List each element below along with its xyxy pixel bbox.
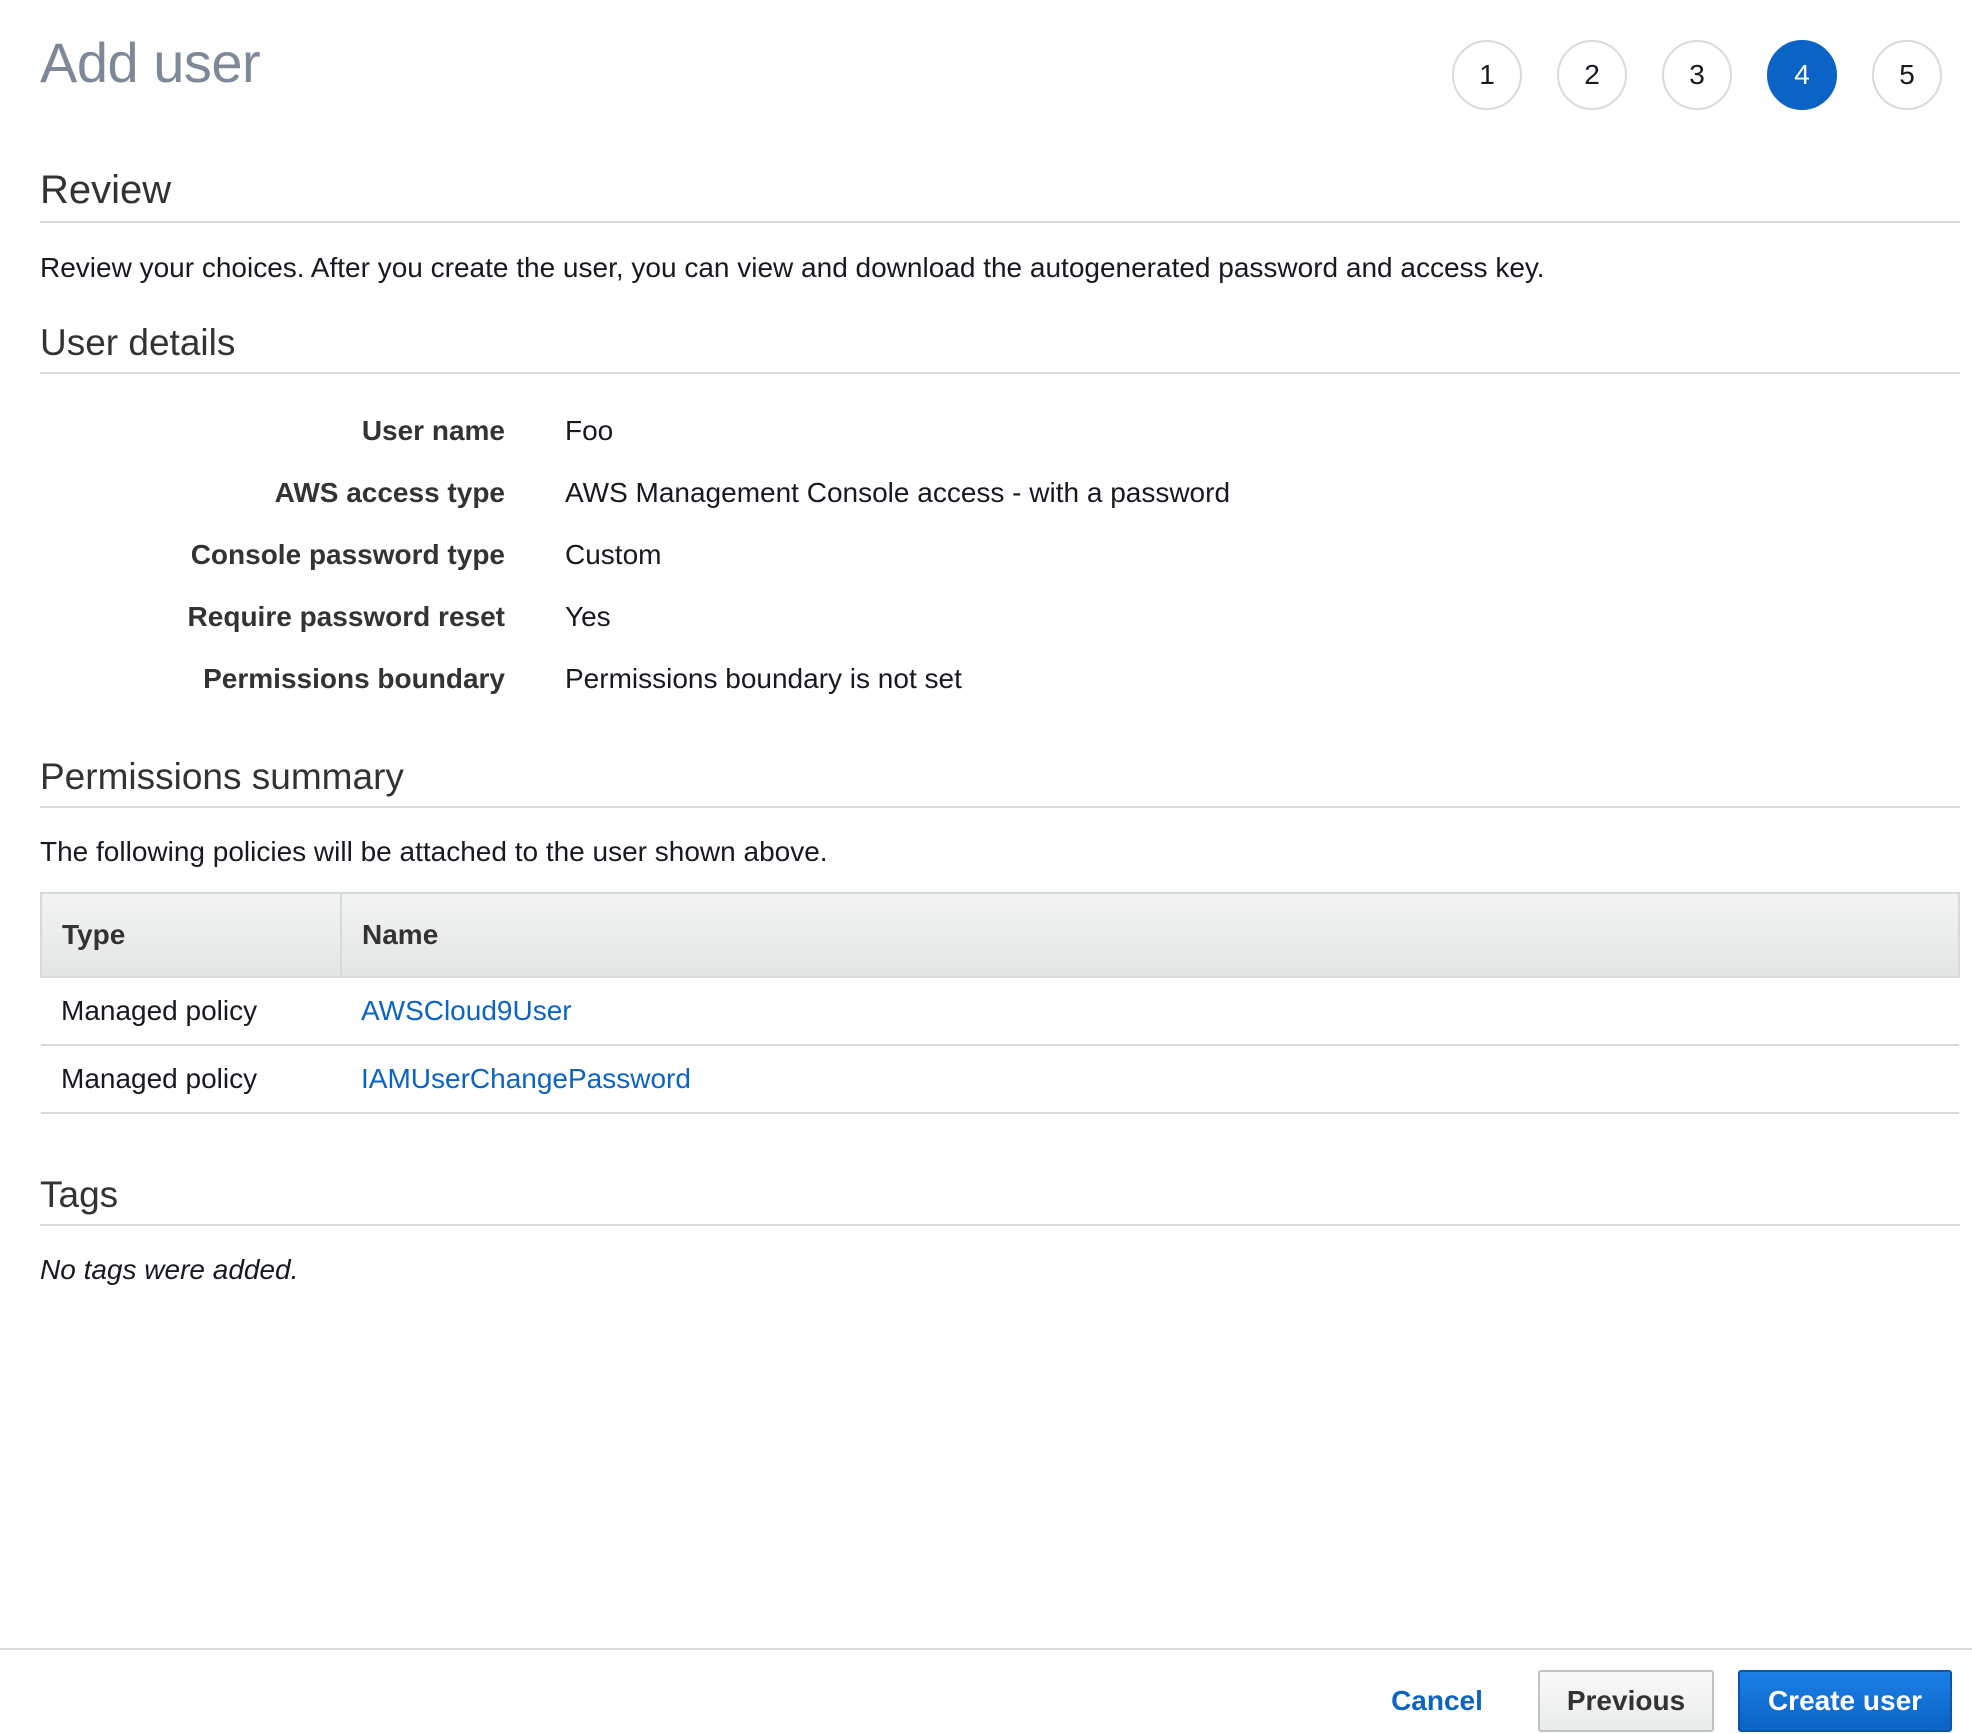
no-tags-message: No tags were added. — [40, 1254, 299, 1285]
step-3[interactable]: 3 — [1662, 40, 1732, 110]
detail-row-password-type: Console password type Custom — [40, 524, 1960, 586]
wizard-steps: 1 2 3 4 5 — [1452, 40, 1942, 110]
detail-label: AWS access type — [274, 477, 505, 508]
previous-button[interactable]: Previous — [1538, 1670, 1714, 1732]
step-1[interactable]: 1 — [1452, 40, 1522, 110]
step-5[interactable]: 5 — [1872, 40, 1942, 110]
policy-type-cell: Managed policy — [41, 977, 341, 1046]
step-4-current: 4 — [1767, 40, 1837, 110]
column-header-type: Type — [40, 892, 342, 978]
detail-value: Permissions boundary is not set — [565, 663, 962, 694]
detail-value: Custom — [565, 539, 662, 570]
page-title: Add user — [40, 31, 261, 94]
review-description: Review your choices. After you create th… — [40, 252, 1545, 283]
detail-value: Foo — [565, 415, 614, 446]
policy-name-link[interactable]: IAMUserChangePassword — [341, 1045, 1959, 1114]
table-row: Managed policy AWSCloud9User — [41, 977, 1959, 1046]
cancel-button[interactable]: Cancel — [1372, 1670, 1502, 1732]
tags-heading: Tags — [40, 1174, 1960, 1226]
policy-table: Type Name Managed policy AWSCloud9User M… — [40, 892, 1960, 1114]
user-details-list: User name Foo AWS access type AWS Manage… — [40, 400, 1960, 710]
detail-label: Console password type — [190, 539, 505, 570]
review-heading: Review — [40, 168, 1960, 223]
create-user-button[interactable]: Create user — [1738, 1670, 1952, 1732]
detail-label: User name — [361, 415, 505, 446]
wizard-footer: Cancel Previous Create user — [0, 1648, 1972, 1734]
table-header-row: Type Name — [40, 892, 1960, 978]
user-details-heading: User details — [40, 322, 1960, 374]
detail-row-access-type: AWS access type AWS Management Console a… — [40, 462, 1960, 524]
detail-value: Yes — [565, 601, 611, 632]
detail-row-user-name: User name Foo — [40, 400, 1960, 462]
permissions-summary-heading: Permissions summary — [40, 756, 1960, 808]
detail-label: Permissions boundary — [203, 663, 505, 694]
detail-row-permissions-boundary: Permissions boundary Permissions boundar… — [40, 648, 1960, 710]
permissions-description: The following policies will be attached … — [40, 836, 828, 867]
detail-row-password-reset: Require password reset Yes — [40, 586, 1960, 648]
add-user-page: Add user 1 2 3 4 5 Review Review your ch… — [0, 0, 1972, 1734]
detail-value: AWS Management Console access - with a p… — [565, 477, 1231, 508]
table-row: Managed policy IAMUserChangePassword — [41, 1045, 1959, 1114]
policy-name-link[interactable]: AWSCloud9User — [341, 977, 1959, 1046]
step-2[interactable]: 2 — [1557, 40, 1627, 110]
detail-label: Require password reset — [187, 601, 505, 632]
column-header-name: Name — [340, 892, 1960, 978]
policy-type-cell: Managed policy — [41, 1045, 341, 1114]
